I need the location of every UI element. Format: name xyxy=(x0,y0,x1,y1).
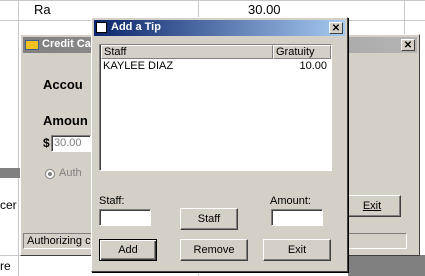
amount-field[interactable]: 30.00 xyxy=(51,135,91,152)
amount-field[interactable] xyxy=(271,209,323,226)
background-cell-text: Ra xyxy=(34,2,51,17)
amount-label: Amoun xyxy=(43,113,88,128)
grid-line xyxy=(18,0,19,276)
close-icon[interactable]: ✕ xyxy=(329,22,343,34)
auth-radio[interactable] xyxy=(45,169,55,179)
background-block xyxy=(0,168,20,178)
background-cell-value: 30.00 xyxy=(248,2,281,17)
window-title: Credit Ca xyxy=(42,38,91,50)
add-button[interactable]: Add xyxy=(99,239,157,261)
auth-radio-label: Auth xyxy=(59,167,82,179)
status-text: Authorizing ca xyxy=(27,235,97,247)
background-fragment: cer xyxy=(0,198,17,212)
column-header-staff[interactable]: Staff xyxy=(101,45,273,59)
currency-symbol: $ xyxy=(43,136,50,150)
exit-button[interactable]: Exit xyxy=(343,195,401,217)
tips-list[interactable]: Staff Gratuity KAYLEE DIAZ 10.00 xyxy=(99,44,332,171)
card-icon xyxy=(25,40,39,50)
column-header-gratuity[interactable]: Gratuity xyxy=(273,45,331,59)
amount-value: 30.00 xyxy=(54,137,82,149)
background-fragment: re xyxy=(0,259,11,273)
staff-field[interactable] xyxy=(99,209,151,226)
radio-dot xyxy=(48,172,52,176)
add-tip-dialog: Add a Tip ✕ Staff Gratuity KAYLEE DIAZ 1… xyxy=(91,17,348,272)
row-staff: KAYLEE DIAZ xyxy=(103,60,174,72)
app-icon xyxy=(96,22,107,33)
amount-label: Amount: xyxy=(270,195,311,207)
close-icon[interactable]: ✕ xyxy=(401,39,415,51)
staff-button[interactable]: Staff xyxy=(180,208,238,230)
row-gratuity: 10.00 xyxy=(299,60,327,72)
exit-button[interactable]: Exit xyxy=(263,239,331,261)
tip-titlebar[interactable]: Add a Tip ✕ xyxy=(94,20,345,36)
dialog-title: Add a Tip xyxy=(111,21,161,33)
staff-label: Staff: xyxy=(99,195,125,207)
account-label: Accou xyxy=(43,77,83,92)
grid-line xyxy=(0,0,425,1)
table-row[interactable]: KAYLEE DIAZ 10.00 xyxy=(101,60,331,73)
background-block xyxy=(348,255,425,276)
remove-button[interactable]: Remove xyxy=(180,239,248,261)
